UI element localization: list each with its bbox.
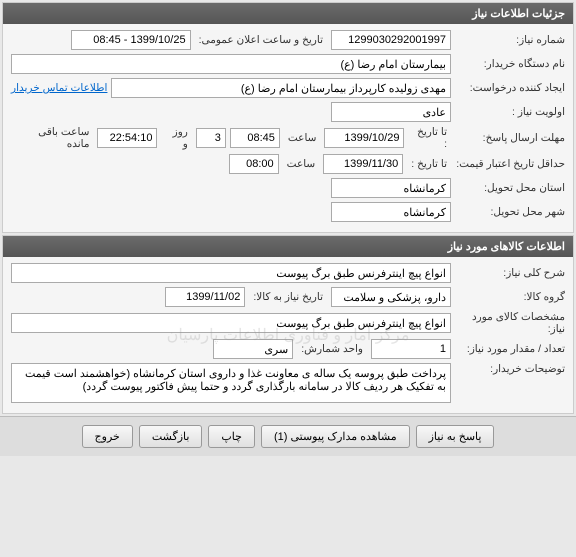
exit-button[interactable]: خروج <box>82 425 133 448</box>
delivery-province-label: استان محل تحویل: <box>455 182 565 194</box>
deadline-time-input[interactable] <box>230 128 280 148</box>
print-button[interactable]: چاپ <box>208 425 255 448</box>
device-name-label: نام دستگاه خریدار: <box>455 58 565 70</box>
attachments-button[interactable]: مشاهده مدارک پیوستی (1) <box>261 425 410 448</box>
buyer-desc-textarea[interactable] <box>11 363 451 403</box>
buyer-desc-label: توضیحات خریدار: <box>455 363 565 375</box>
to-date-label: تا تاریخ : <box>408 126 451 150</box>
goods-info-panel: اطلاعات کالاهای مورد نیاز مرکز آمار و فن… <box>2 235 574 414</box>
device-name-input[interactable] <box>11 54 451 74</box>
spec-label: مشخصات کالای مورد نیاز: <box>455 311 565 335</box>
group-label: گروه کالا: <box>455 291 565 303</box>
min-validity-label: حداقل تاریخ اعتبار قیمت: <box>455 158 565 170</box>
goods-info-header: اطلاعات کالاهای مورد نیاز <box>3 236 573 257</box>
respond-button[interactable]: پاسخ به نیاز <box>416 425 495 448</box>
spec-input[interactable] <box>11 313 451 333</box>
remaining-time-input[interactable] <box>97 128 157 148</box>
need-info-header: جزئیات اطلاعات نیاز <box>3 3 573 24</box>
creator-label: ایجاد کننده درخواست: <box>455 82 565 94</box>
public-announce-input[interactable] <box>71 30 191 50</box>
time-label-1: ساعت <box>284 132 321 144</box>
priority-label: اولویت نیاز : <box>455 106 565 118</box>
goods-date-input[interactable] <box>165 287 245 307</box>
delivery-city-label: شهر محل تحویل: <box>455 206 565 218</box>
priority-input[interactable] <box>331 102 451 122</box>
goods-date-label: تاریخ نیاز به کالا: <box>249 291 327 303</box>
group-input[interactable] <box>331 287 451 307</box>
contact-link[interactable]: اطلاعات تماس خریدار <box>11 82 107 94</box>
unit-input[interactable] <box>213 339 293 359</box>
validity-time-input[interactable] <box>229 154 279 174</box>
delivery-city-input[interactable] <box>331 202 451 222</box>
creator-input[interactable] <box>111 78 451 98</box>
back-button[interactable]: بازگشت <box>139 425 203 448</box>
days-label: روز و <box>161 126 191 150</box>
public-announce-label: تاریخ و ساعت اعلان عمومی: <box>195 34 327 46</box>
general-desc-input[interactable] <box>11 263 451 283</box>
validity-to-label: تا تاریخ : <box>407 158 451 170</box>
unit-label: واحد شمارش: <box>297 343 367 355</box>
remaining-label: ساعت باقی مانده <box>11 126 93 150</box>
deadline-date-input[interactable] <box>324 128 404 148</box>
need-number-input[interactable] <box>331 30 451 50</box>
need-info-panel: جزئیات اطلاعات نیاز شماره نیاز: تاریخ و … <box>2 2 574 233</box>
time-label-2: ساعت <box>283 158 320 170</box>
days-count-input[interactable] <box>196 128 226 148</box>
deadline-label: مهلت ارسال پاسخ: <box>455 132 565 144</box>
validity-date-input[interactable] <box>323 154 403 174</box>
need-number-label: شماره نیاز: <box>455 34 565 46</box>
quantity-label: تعداد / مقدار مورد نیاز: <box>455 343 565 355</box>
delivery-province-input[interactable] <box>331 178 451 198</box>
footer-toolbar: پاسخ به نیاز مشاهده مدارک پیوستی (1) چاپ… <box>0 416 576 456</box>
general-desc-label: شرح کلی نیاز: <box>455 267 565 279</box>
quantity-input[interactable] <box>371 339 451 359</box>
